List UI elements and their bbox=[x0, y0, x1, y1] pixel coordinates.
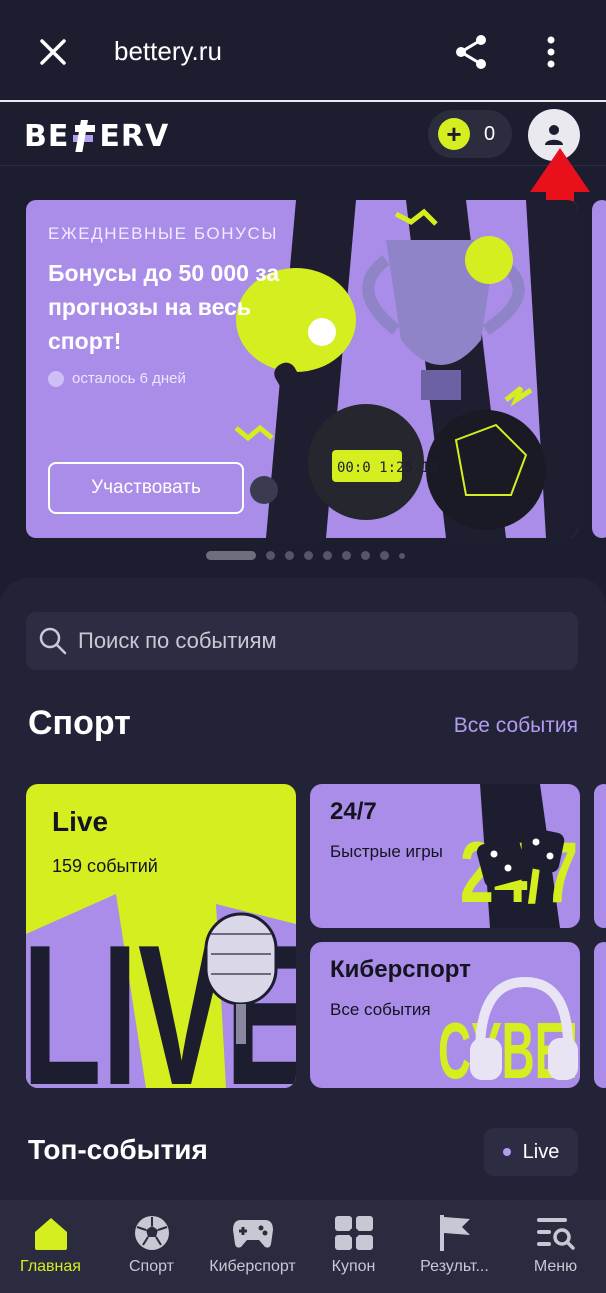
browser-toolbar: bettery.ru bbox=[0, 0, 606, 102]
flag-icon bbox=[439, 1215, 470, 1251]
search-input[interactable]: Поиск по событиям bbox=[26, 612, 578, 670]
nav-item-coupon[interactable]: Купон bbox=[303, 1200, 404, 1293]
carousel-dot[interactable] bbox=[323, 551, 332, 560]
carousel-dot[interactable] bbox=[285, 551, 294, 560]
menu-search-icon bbox=[536, 1218, 575, 1250]
tile-fast-sub: Быстрые игры bbox=[330, 842, 443, 861]
nav-item-cybersport[interactable]: Киберспорт bbox=[202, 1200, 303, 1293]
soccer-ball-icon bbox=[134, 1216, 169, 1250]
carousel-dot[interactable] bbox=[399, 552, 405, 559]
nav-label-coupon: Купон bbox=[331, 1258, 376, 1275]
banner-eyebrow: ЕЖЕДНЕВНЫЕ БОНУСЫ bbox=[48, 224, 279, 243]
next-banner-peek[interactable] bbox=[592, 200, 606, 538]
nav-item-results[interactable]: Результ... bbox=[404, 1200, 505, 1293]
app-header: BE ERV + 0 bbox=[0, 104, 606, 166]
share-icon[interactable] bbox=[452, 33, 490, 71]
section-title-sport: Спорт bbox=[28, 704, 131, 742]
user-icon bbox=[545, 125, 563, 145]
tile-live-title: Live bbox=[52, 806, 109, 837]
balance-button[interactable]: + 0 bbox=[428, 110, 512, 158]
live-filter-chip[interactable]: Live bbox=[484, 1128, 578, 1176]
more-vertical-icon[interactable] bbox=[536, 33, 566, 71]
clock-icon bbox=[48, 370, 64, 387]
logo-plus-icon bbox=[73, 120, 96, 152]
browser-url[interactable]: bettery.ru bbox=[114, 36, 222, 67]
bottom-navigation: Главная Спорт Киберспорт Купон Результ..… bbox=[0, 1200, 606, 1293]
nav-item-menu[interactable]: Меню bbox=[505, 1200, 606, 1293]
carousel-dot[interactable] bbox=[266, 551, 275, 560]
carousel-dot[interactable] bbox=[304, 551, 313, 560]
balance-value: 0 bbox=[484, 122, 496, 145]
tile-cyber-title: Киберспорт bbox=[330, 956, 471, 983]
carousel-dot[interactable] bbox=[380, 551, 389, 560]
gamepad-icon bbox=[232, 1220, 273, 1248]
banner-timer-text: осталось 6 дней bbox=[72, 370, 186, 387]
next-tile-peek[interactable] bbox=[594, 784, 606, 928]
nav-item-sport[interactable]: Спорт bbox=[101, 1200, 202, 1293]
banner-timer: осталось 6 дней bbox=[48, 370, 186, 387]
carousel-indicator bbox=[206, 551, 405, 560]
tile-cyber-sub: Все события bbox=[330, 1000, 431, 1019]
tile-fast-title: 24/7 bbox=[330, 798, 377, 825]
next-tile-peek[interactable] bbox=[594, 942, 606, 1088]
close-icon[interactable] bbox=[34, 33, 72, 71]
carousel-dot[interactable] bbox=[342, 551, 351, 560]
home-icon bbox=[34, 1218, 67, 1250]
tile-fast-games[interactable]: 24/7 24/7 Быстрые игры bbox=[310, 784, 580, 928]
participate-button[interactable]: Участвовать bbox=[48, 462, 244, 514]
main-content: Поиск по событиям Спорт Все события LIVE… bbox=[0, 578, 606, 1218]
promo-banner[interactable]: 00:0 1:25 18 ЕЖЕДНЕВНЫЕ БОНУСЫ Бонусы до… bbox=[26, 200, 578, 538]
bettery-logo[interactable]: BE ERV bbox=[24, 118, 169, 154]
nav-label-results: Результ... bbox=[420, 1258, 489, 1275]
section-title-top-events: Топ-события bbox=[28, 1134, 208, 1165]
tile-live-sub: 159 событий bbox=[52, 856, 158, 876]
tile-live[interactable]: LIVE Live 159 событий bbox=[26, 784, 296, 1088]
nav-item-home[interactable]: Главная bbox=[0, 1200, 101, 1293]
stopwatch-readout: 00:0 1:25 18 bbox=[337, 460, 438, 476]
carousel-dot[interactable] bbox=[361, 551, 370, 560]
banner-headline: Бонусы до 50 000 за прогнозы на весь спо… bbox=[48, 260, 280, 354]
live-chip-label: Live bbox=[522, 1140, 560, 1163]
nav-label-cybersport: Киберспорт bbox=[209, 1258, 296, 1275]
nav-label-menu: Меню bbox=[533, 1258, 578, 1275]
tile-cybersport[interactable]: CYBEI Киберспорт Все события bbox=[310, 942, 580, 1088]
search-icon bbox=[39, 627, 67, 655]
carousel-dot-active[interactable] bbox=[206, 551, 256, 560]
nav-label-home: Главная bbox=[20, 1258, 81, 1275]
plus-coin-icon: + bbox=[438, 118, 470, 150]
nav-label-sport: Спорт bbox=[129, 1258, 174, 1275]
all-events-link[interactable]: Все события bbox=[454, 714, 578, 738]
live-dot-icon bbox=[502, 1148, 511, 1156]
search-placeholder: Поиск по событиям bbox=[78, 628, 277, 653]
coupon-icon bbox=[334, 1216, 373, 1250]
